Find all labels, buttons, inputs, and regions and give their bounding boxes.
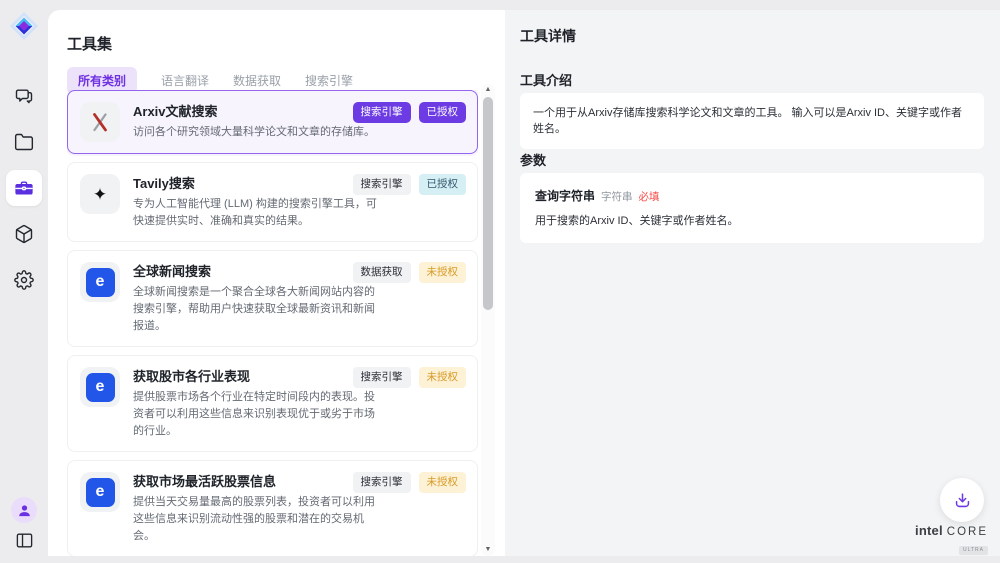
category-badge: 搜索引擎 [353, 102, 411, 123]
tool-card-description: 全球新闻搜索是一个聚合全球各大新闻网站内容的搜索引擎，帮助用户快速获取全球最新资… [133, 284, 385, 335]
category-badge: 搜索引擎 [353, 472, 411, 493]
scroll-up-arrow-icon[interactable]: ▲ [481, 84, 495, 96]
nav-item-models[interactable] [6, 216, 42, 252]
nav-item-files[interactable] [6, 124, 42, 160]
auth-status-badge: 未授权 [419, 472, 467, 493]
tools-panel: 工具集 所有类别 语言翻译 数据获取 搜索引擎 Arxiv文献搜索 访问各个研究… [48, 10, 505, 556]
tool-details-panel: 工具详情 工具介绍 一个用于从Arxiv存储库搜索科学论文和文章的工具。 输入可… [505, 10, 1000, 556]
intro-heading: 工具介绍 [520, 70, 572, 89]
intel-core-logo: intel CORE ULTRA [915, 523, 988, 556]
tool-card-description: 提供股票市场各个行业在特定时间段内的表现。投资者可以利用这些信息来识别表现优于或… [133, 389, 385, 440]
arxiv-logo-icon [80, 102, 120, 142]
parameter-name: 查询字符串 [535, 187, 595, 204]
nav-rail [0, 0, 48, 563]
finance-api-logo-icon: e [80, 367, 120, 407]
auth-status-badge: 未授权 [419, 262, 467, 283]
intro-card: 一个用于从Arxiv存储库搜索科学论文和文章的工具。 输入可以是Arxiv ID… [520, 93, 984, 149]
toolbox-icon [14, 178, 34, 198]
auth-status-badge: 已授权 [419, 174, 467, 195]
user-avatar[interactable] [11, 497, 37, 523]
core-wordmark: CORE [947, 526, 988, 538]
params-heading: 参数 [520, 150, 546, 169]
nav-item-settings[interactable] [6, 262, 42, 298]
panel-toggle-icon [15, 531, 34, 550]
tool-card-arxiv[interactable]: Arxiv文献搜索 访问各个研究领域大量科学论文和文章的存储库。 搜索引擎 已授… [67, 90, 478, 154]
scrollbar-thumb[interactable] [483, 97, 493, 310]
tool-card-tavily[interactable]: ✦ Tavily搜索 专为人工智能代理 (LLM) 构建的搜索引擎工具，可快速提… [67, 162, 478, 242]
finance-api-logo-icon: e [80, 472, 120, 512]
news-api-logo-icon: e [80, 262, 120, 302]
tool-card-description: 访问各个研究领域大量科学论文和文章的存储库。 [133, 124, 385, 141]
cube-icon [14, 224, 34, 244]
download-icon [953, 491, 972, 510]
tab-data-acquisition[interactable]: 数据获取 [233, 72, 281, 89]
tab-language-translation[interactable]: 语言翻译 [161, 72, 209, 89]
auth-status-badge: 已授权 [419, 102, 467, 123]
auth-status-badge: 未授权 [419, 367, 467, 388]
user-icon [17, 503, 32, 518]
details-panel-title: 工具详情 [520, 26, 576, 46]
category-badge: 数据获取 [353, 262, 411, 283]
tool-card-description: 专为人工智能代理 (LLM) 构建的搜索引擎工具，可快速提供实时、准确和真实的结… [133, 196, 385, 230]
download-button[interactable] [940, 478, 984, 522]
tool-card-description: 提供当天交易量最高的股票列表，投资者可以利用这些信息来识别流动性强的股票和潜在的… [133, 494, 385, 545]
gear-icon [14, 270, 34, 290]
category-badge: 搜索引擎 [353, 174, 411, 195]
intel-wordmark: intel [915, 523, 943, 538]
parameter-type: 字符串 [601, 189, 633, 204]
parameter-card: 查询字符串 字符串 必填 用于搜索的Arxiv ID、关键字或作者姓名。 [520, 173, 984, 243]
sidebar-collapse-button[interactable] [15, 531, 34, 555]
ultra-badge: ULTRA [959, 546, 988, 555]
nav-item-tools[interactable] [6, 170, 42, 206]
tool-list-scrollbar[interactable]: ▲ ▼ [481, 84, 495, 556]
tab-search-engine[interactable]: 搜索引擎 [305, 72, 353, 89]
tools-panel-title: 工具集 [67, 33, 112, 54]
nav-item-chat[interactable] [6, 78, 42, 114]
chat-icon [14, 86, 34, 106]
category-badge: 搜索引擎 [353, 367, 411, 388]
tavily-star-icon: ✦ [80, 174, 120, 214]
scroll-down-arrow-icon[interactable]: ▼ [481, 544, 495, 556]
parameter-description: 用于搜索的Arxiv ID、关键字或作者姓名。 [535, 212, 969, 228]
tool-card-most-active-stocks[interactable]: e 获取市场最活跃股票信息 提供当天交易量最高的股票列表，投资者可以利用这些信息… [67, 460, 478, 556]
tool-card-list: Arxiv文献搜索 访问各个研究领域大量科学论文和文章的存储库。 搜索引擎 已授… [67, 90, 478, 556]
tool-card-global-news[interactable]: e 全球新闻搜索 全球新闻搜索是一个聚合全球各大新闻网站内容的搜索引擎，帮助用户… [67, 250, 478, 347]
app-logo-icon [9, 11, 39, 41]
folder-icon [14, 132, 34, 152]
parameter-required-flag: 必填 [639, 189, 660, 204]
tool-card-sector-performance[interactable]: e 获取股市各行业表现 提供股票市场各个行业在特定时间段内的表现。投资者可以利用… [67, 355, 478, 452]
